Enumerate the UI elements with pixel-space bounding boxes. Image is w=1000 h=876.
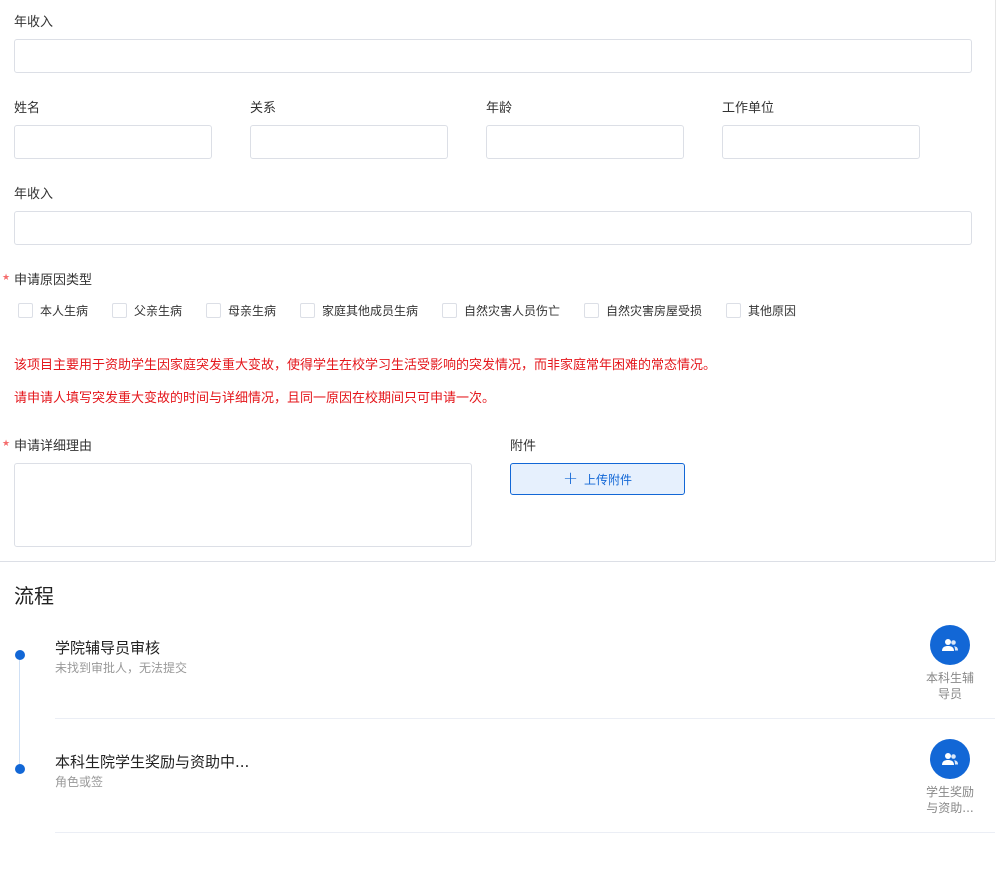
member-relation-label: 关系	[250, 101, 277, 116]
member-name-input[interactable]	[14, 125, 212, 159]
step-title: 本科生院学生奖励与资助中...	[55, 753, 250, 771]
approver-name: 学生奖励 与资助...	[925, 785, 974, 815]
member-work-unit-input[interactable]	[722, 125, 920, 159]
approver-avatar[interactable]	[930, 739, 970, 779]
section-divider	[0, 561, 995, 562]
step-separator	[55, 832, 995, 833]
reason-type-label: 申请原因类型	[14, 273, 93, 288]
user-group-icon	[942, 753, 958, 765]
warning-note: 该项目主要用于资助学生因家庭突发重大变故，使得学生在校学习生活受影响的突发情况，…	[14, 358, 717, 373]
step-title: 学院辅导员审核	[55, 639, 161, 657]
flow-title: 流程	[14, 584, 54, 608]
approver-name: 本科生辅 导员	[925, 671, 974, 701]
member-age-input[interactable]	[486, 125, 684, 159]
scrollbar-track	[995, 0, 996, 561]
member-age-label: 年龄	[486, 101, 513, 116]
timeline-dot	[15, 650, 25, 660]
timeline-line	[19, 655, 20, 770]
plus-icon: +	[562, 468, 579, 489]
required-star: ★	[2, 439, 11, 449]
checkbox[interactable]	[206, 303, 221, 318]
checkbox[interactable]	[726, 303, 741, 318]
attachment-label: 附件	[510, 439, 537, 454]
member-annual-income-label: 年收入	[14, 187, 54, 202]
checkbox[interactable]	[112, 303, 127, 318]
reason-option-father-ill[interactable]: 父亲生病	[112, 302, 182, 319]
step-separator	[55, 718, 995, 719]
upload-attachment-button[interactable]: + 上传附件	[510, 463, 685, 495]
reason-option-disaster-house[interactable]: 自然灾害房屋受损	[584, 302, 702, 319]
required-star: ★	[2, 273, 11, 283]
step-subtitle: 角色或签	[55, 775, 104, 789]
annual-income-label: 年收入	[14, 15, 54, 30]
reason-option-other[interactable]: 其他原因	[726, 302, 796, 319]
reason-option-other-member-ill[interactable]: 家庭其他成员生病	[300, 302, 418, 319]
reason-option-mother-ill[interactable]: 母亲生病	[206, 302, 276, 319]
user-group-icon	[942, 639, 958, 651]
member-relation-input[interactable]	[250, 125, 448, 159]
checkbox[interactable]	[584, 303, 599, 318]
member-annual-income-input[interactable]	[14, 211, 972, 245]
warning-note: 请申请人填写突发重大变故的时间与详细情况，且同一原因在校期间只可申请一次。	[14, 391, 496, 406]
reason-option-disaster-casualty[interactable]: 自然灾害人员伤亡	[442, 302, 560, 319]
checkbox[interactable]	[300, 303, 315, 318]
checkbox[interactable]	[18, 303, 33, 318]
upload-button-label: 上传附件	[584, 472, 633, 487]
reason-option-self-ill[interactable]: 本人生病	[18, 302, 88, 319]
approver-avatar[interactable]	[930, 625, 970, 665]
member-name-label: 姓名	[14, 101, 41, 116]
step-subtitle: 未找到审批人，无法提交	[55, 661, 188, 675]
checkbox[interactable]	[442, 303, 457, 318]
detail-reason-textarea[interactable]	[14, 463, 472, 547]
member-work-unit-label: 工作单位	[722, 101, 775, 116]
timeline-dot	[15, 764, 25, 774]
annual-income-input[interactable]	[14, 39, 972, 73]
detail-reason-label: 申请详细理由	[14, 439, 93, 454]
